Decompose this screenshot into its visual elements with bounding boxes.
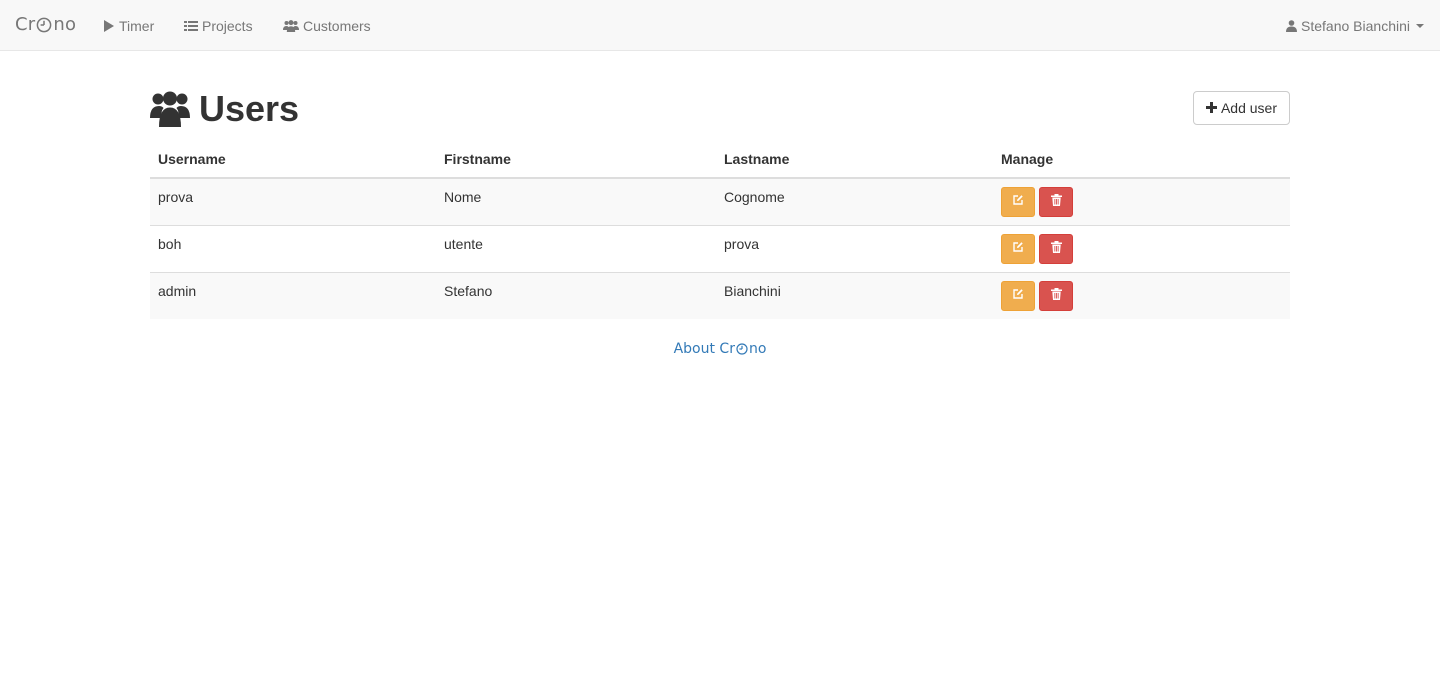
page-title: Users — [150, 88, 299, 130]
column-header-username: Username — [150, 140, 436, 179]
edit-user-button[interactable] — [1001, 186, 1035, 217]
cell-lastname: Bianchini — [716, 271, 993, 319]
brand-prefix: Cr — [15, 14, 36, 35]
nav-timer-label: Timer — [119, 17, 155, 34]
delete-user-button[interactable] — [1039, 186, 1073, 217]
username-text: boh — [158, 235, 182, 252]
footer: About Cr no — [0, 340, 1440, 358]
list-icon — [184, 20, 198, 32]
nav-timer[interactable]: Timer — [103, 0, 154, 51]
lastname-text: prova — [724, 235, 760, 252]
cell-firstname: utente — [436, 224, 716, 272]
firstname-text: Stefano — [444, 282, 493, 299]
cell-lastname: prova — [716, 224, 993, 272]
page-title-text: Users — [199, 88, 300, 129]
username-text: prova — [158, 188, 194, 205]
column-header-manage: Manage — [993, 140, 1290, 179]
add-user-button[interactable]: Add user — [1193, 91, 1290, 125]
table-row: boh utente prova — [150, 224, 1290, 272]
username-text: admin — [158, 282, 197, 299]
user-icon — [1286, 19, 1298, 32]
table-row: admin Stefano Bianchini — [150, 271, 1290, 319]
brand-logo[interactable]: Cr no — [15, 14, 76, 35]
plus-icon — [1205, 100, 1217, 116]
user-name: Stefano Bianchini — [1301, 17, 1410, 34]
lastname-text: Cognome — [724, 188, 785, 205]
edit-icon — [1012, 241, 1024, 256]
cell-manage — [993, 178, 1290, 225]
firstname-text: Nome — [444, 188, 482, 205]
users-icon — [283, 19, 299, 32]
edit-user-button[interactable] — [1001, 280, 1035, 311]
trash-icon — [1050, 288, 1062, 303]
about-link-prefix: About Cr — [673, 341, 735, 357]
nav-customers-label: Customers — [303, 17, 371, 34]
users-icon — [150, 91, 190, 127]
trash-icon — [1050, 241, 1062, 256]
user-menu-dropdown[interactable]: Stefano Bianchini — [1286, 0, 1424, 51]
clock-icon — [36, 17, 52, 33]
brand-suffix: no — [53, 14, 77, 35]
cell-username: prova — [150, 178, 436, 225]
firstname-text: utente — [444, 235, 483, 252]
caret-down-icon — [1416, 23, 1424, 28]
edit-icon — [1012, 194, 1024, 209]
edit-user-button[interactable] — [1001, 233, 1035, 264]
nav-projects-label: Projects — [202, 17, 253, 34]
cell-firstname: Nome — [436, 178, 716, 225]
about-crono-link[interactable]: About Cr no — [674, 341, 767, 357]
cell-manage — [993, 224, 1290, 272]
clock-icon — [736, 343, 748, 355]
column-header-firstname: Firstname — [436, 140, 716, 179]
trash-icon — [1050, 194, 1062, 209]
cell-lastname: Cognome — [716, 178, 993, 225]
cell-manage — [993, 271, 1290, 319]
nav-projects[interactable]: Projects — [184, 0, 253, 51]
table-header-row: Username Firstname Lastname Manage — [150, 140, 1290, 179]
delete-user-button[interactable] — [1039, 233, 1073, 264]
play-icon — [103, 19, 115, 32]
column-header-lastname: Lastname — [716, 140, 993, 179]
add-user-label: Add user — [1220, 100, 1278, 116]
cell-firstname: Stefano — [436, 271, 716, 319]
lastname-text: Bianchini — [724, 282, 781, 299]
users-table: Username Firstname Lastname Manage prova… — [150, 140, 1290, 319]
delete-user-button[interactable] — [1039, 280, 1073, 311]
about-link-suffix: no — [748, 341, 767, 357]
table-row: prova Nome Cognome — [150, 178, 1290, 225]
edit-icon — [1012, 288, 1024, 303]
cell-username: admin — [150, 271, 436, 319]
top-navbar: Cr no Timer Projects Customers Stefano B… — [0, 0, 1440, 51]
cell-username: boh — [150, 224, 436, 272]
nav-customers[interactable]: Customers — [283, 0, 371, 51]
